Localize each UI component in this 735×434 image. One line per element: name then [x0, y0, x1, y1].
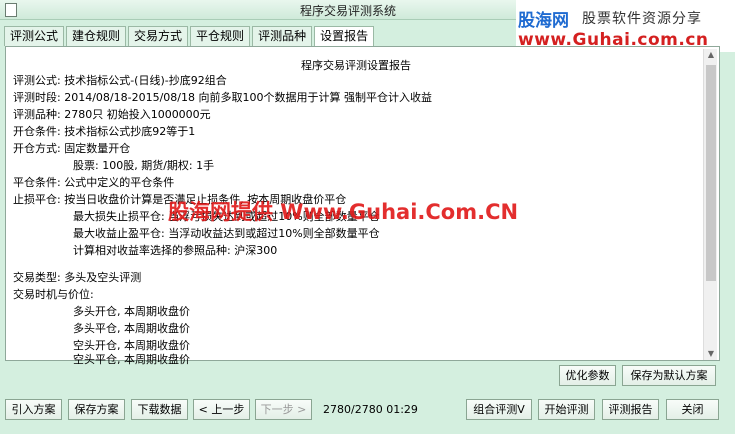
tab-eval-formula[interactable]: 评测公式 [4, 26, 65, 46]
report-line: 多头开仓, 本周期收盘价 [73, 305, 190, 318]
tab-eval-varieties[interactable]: 评测品种 [252, 26, 313, 46]
progress-count: 2780/2780 [323, 403, 383, 416]
report-line: 多头平仓, 本周期收盘价 [73, 322, 190, 335]
report-line: 评测品种: 2780只 初始投入1000000元 [13, 108, 211, 121]
report-line: 评测公式: 技术指标公式-(日线)-抄底92组合 [13, 74, 227, 87]
app-window: 程序交易评测系统 股海网 股票软件资源分享 www.Guhai.com.cn 评… [0, 0, 735, 434]
tab-close-rules[interactable]: 平仓规则 [190, 26, 251, 46]
report-scrollbar[interactable]: ▲ ▼ [703, 49, 717, 360]
eval-report-button[interactable]: 评测报告 [602, 399, 659, 420]
next-step-label: 下一步 [260, 403, 294, 416]
import-plan-button[interactable]: 引入方案 [5, 399, 62, 420]
prev-step-label: 上一步 [211, 403, 245, 416]
report-line: 评测时段: 2014/08/18-2015/08/18 向前多取100个数据用于… [13, 91, 432, 104]
report-line: 计算相对收益率选择的参照品种: 沪深300 [73, 244, 278, 257]
scroll-thumb[interactable] [706, 65, 716, 281]
tab-open-rules[interactable]: 建仓规则 [66, 26, 127, 46]
save-plan-button[interactable]: 保存方案 [68, 399, 125, 420]
prev-step-button[interactable]: < 上一步 [193, 399, 250, 420]
report-line: 空头开仓, 本周期收盘价 [73, 339, 190, 352]
report-title: 程序交易评测设置报告 [301, 59, 411, 72]
report-line: 空头平仓, 本周期收盘价 [73, 353, 190, 366]
scroll-down-icon[interactable]: ▼ [704, 348, 718, 360]
chevron-right-icon: > [297, 403, 307, 416]
tab-bar: 评测公式 建仓规则 交易方式 平仓规则 评测品种 设置报告 [4, 26, 376, 47]
next-step-button[interactable]: 下一步 > [255, 399, 312, 420]
brand-banner: 股海网 股票软件资源分享 www.Guhai.com.cn [516, 0, 735, 52]
brand-slogan: 股票软件资源分享 [582, 11, 702, 27]
save-default-button[interactable]: 保存为默认方案 [622, 365, 716, 386]
window-title: 程序交易评测系统 [300, 4, 397, 18]
report-line: 开仓条件: 技术指标公式抄底92等于1 [13, 125, 196, 138]
report-line: 交易类型: 多头及空头评测 [13, 271, 142, 284]
optimize-params-button[interactable]: 优化参数 [559, 365, 616, 386]
start-eval-button[interactable]: 开始评测 [538, 399, 595, 420]
report-line: 平仓条件: 公式中定义的平仓条件 [13, 176, 175, 189]
report-line: 最大收益止盈平仓: 当浮动收益达到或超过10%则全部数量平仓 [73, 227, 380, 240]
report-line: 交易时机与价位: [13, 288, 94, 301]
combo-eval-button[interactable]: 组合评测V [466, 399, 532, 420]
elapsed-time: 01:29 [386, 403, 418, 416]
chevron-left-icon: < [198, 403, 208, 416]
watermark: 股海网提供 Www.Guhai.Com.CN [168, 200, 519, 224]
tab-trade-method[interactable]: 交易方式 [128, 26, 189, 46]
close-button[interactable]: 关闭 [666, 399, 719, 420]
scroll-up-icon[interactable]: ▲ [704, 49, 718, 61]
brand-name: 股海网 [518, 11, 569, 31]
app-icon [5, 3, 17, 17]
report-line: 开仓方式: 固定数量开仓 [13, 142, 131, 155]
status-readout: 2780/2780 01:29 [323, 403, 418, 416]
download-data-button[interactable]: 下载数据 [131, 399, 188, 420]
report-line: 股票: 100股, 期货/期权: 1手 [73, 159, 215, 172]
tab-settings-report[interactable]: 设置报告 [314, 26, 375, 47]
